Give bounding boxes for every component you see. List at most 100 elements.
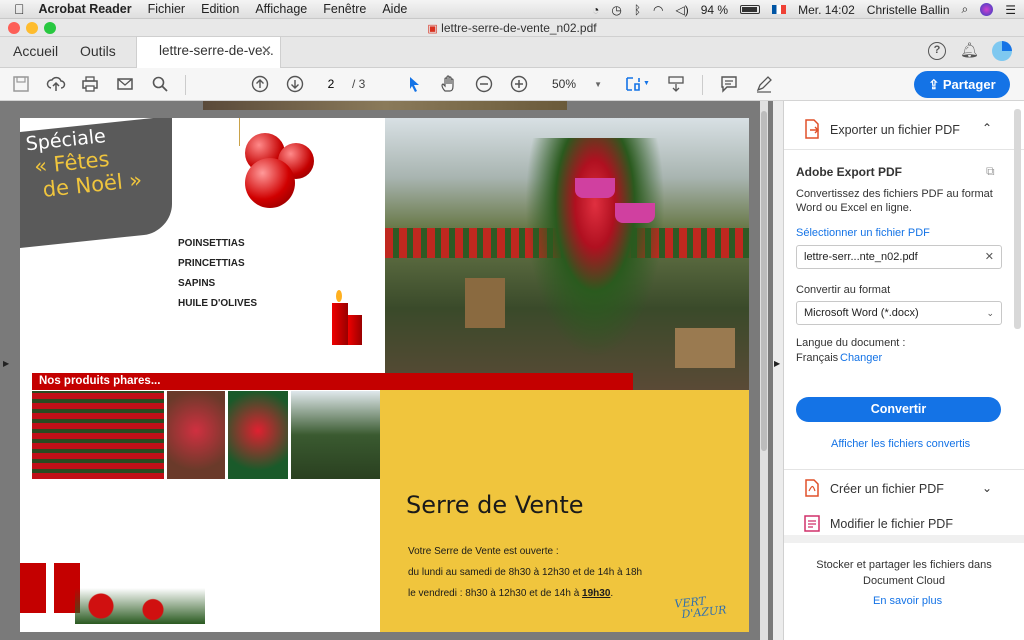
hours-line-end: . — [610, 588, 614, 599]
export-section-title[interactable]: Exporter un fichier PDF — [830, 123, 960, 137]
notification-center-icon[interactable]: ☰ — [1005, 3, 1016, 17]
zoom-value: 50% — [552, 77, 577, 91]
menu-clock[interactable]: Mer. 14:02 — [798, 3, 855, 17]
save-icon[interactable] — [9, 73, 33, 95]
right-panel-toggle-icon[interactable]: ▶ — [774, 359, 780, 368]
format-select[interactable]: Microsoft Word (*.docx) ⌄ — [796, 301, 1002, 325]
page-number-input[interactable] — [316, 74, 346, 94]
christmas-decoration — [75, 588, 205, 624]
panel-divider[interactable]: ▶ — [773, 101, 783, 640]
select-cursor-icon[interactable] — [402, 73, 426, 95]
account-avatar[interactable] — [992, 41, 1012, 61]
zoom-select[interactable]: 50% ▼ — [540, 74, 606, 95]
zoom-out-icon[interactable] — [472, 73, 496, 95]
menu-aide[interactable]: Aide — [374, 2, 415, 16]
bell-icon[interactable]: 🔔︎ — [960, 41, 979, 59]
share-button[interactable]: ⇪ Partager — [914, 71, 1010, 98]
product-item: SAPINS — [178, 278, 216, 289]
window-title: lettre-serre-de-vente_n02.pdf — [441, 21, 597, 35]
scroll-mode-icon[interactable] — [664, 73, 688, 95]
clock-icon[interactable]: ◷ — [611, 3, 621, 17]
menu-fenetre[interactable]: Fenêtre — [315, 2, 374, 16]
bluetooth-icon[interactable]: ᛒ — [634, 3, 641, 17]
previous-page-icon[interactable] — [248, 73, 272, 95]
spotlight-icon[interactable]: ⌕ — [962, 2, 969, 17]
comment-icon[interactable] — [717, 73, 741, 95]
candle — [348, 315, 362, 345]
info-icon[interactable]: ⧉ — [986, 164, 995, 179]
email-icon[interactable] — [113, 73, 137, 95]
language-label: Langue du document : — [796, 337, 906, 349]
change-language-link[interactable]: Changer — [840, 352, 882, 364]
cloud-info-text: Stocker et partager les fichiers dans Do… — [816, 559, 992, 587]
select-file-link[interactable]: Sélectionner un fichier PDF — [796, 227, 930, 239]
tab-document[interactable]: lettre-serre-de-ve... ✕ — [136, 36, 281, 69]
fit-page-chevron-icon[interactable]: ▼ — [643, 80, 650, 87]
tab-tools[interactable]: Outils — [80, 37, 116, 68]
hours-line-text: le vendredi : 8h30 à 12h30 et de 14h à — [408, 588, 583, 599]
left-panel-toggle-icon[interactable]: ▶ — [3, 359, 9, 368]
poinsettia-photo — [167, 391, 225, 479]
sign-pen-icon[interactable] — [752, 73, 776, 95]
clear-file-icon[interactable]: ✕ — [985, 246, 994, 268]
language-value: Français — [796, 352, 839, 364]
create-pdf-icon — [805, 479, 819, 497]
product-item: PRINCETTIAS — [178, 258, 245, 269]
menu-app-name[interactable]: Acrobat Reader — [31, 2, 140, 16]
fit-page-icon[interactable] — [621, 73, 645, 95]
divider — [784, 149, 1024, 150]
wifi-icon[interactable]: ◠ — [653, 3, 663, 17]
chevron-down-icon[interactable]: ⌄ — [982, 481, 992, 495]
hours-line: du lundi au samedi de 8h30 à 12h30 et de… — [408, 567, 643, 578]
upload-cloud-icon[interactable] — [44, 73, 68, 95]
export-pdf-icon — [804, 119, 820, 139]
flag-icon[interactable] — [772, 5, 787, 14]
adobe-export-heading: Adobe Export PDF — [796, 165, 903, 179]
divider — [784, 535, 1024, 543]
candle — [332, 303, 348, 345]
volume-icon[interactable]: ◁) — [676, 3, 689, 17]
menu-bar:  Acrobat Reader Fichier Edition Afficha… — [0, 0, 1024, 19]
pdf-heading: Serre de Vente — [406, 491, 584, 519]
convert-button[interactable]: Convertir — [796, 397, 1001, 422]
next-page-icon[interactable] — [283, 73, 307, 95]
siri-icon[interactable] — [980, 3, 994, 16]
view-converted-link[interactable]: Afficher les fichiers convertis — [831, 438, 970, 450]
gift-box — [20, 563, 80, 613]
product-item: HUILE D'OLIVES — [178, 298, 258, 309]
product-item: POINSETTIAS — [178, 238, 245, 249]
search-icon[interactable] — [148, 73, 172, 95]
menu-edition[interactable]: Edition — [193, 2, 247, 16]
christmas-bauble — [245, 158, 295, 208]
apple-icon[interactable]:  — [0, 1, 31, 17]
menu-user[interactable]: Christelle Ballin — [867, 3, 950, 17]
sync-icon[interactable]: ◔ — [592, 3, 599, 17]
document-viewport[interactable]: ▶ Spéciale « Fêtes de Noël » POINSETTIAS… — [0, 101, 773, 640]
hours-line: Votre Serre de Vente est ouverte : — [408, 546, 559, 557]
menu-affichage[interactable]: Affichage — [247, 2, 315, 16]
menu-fichier[interactable]: Fichier — [140, 2, 194, 16]
close-window-button[interactable] — [8, 22, 20, 34]
battery-text[interactable]: 94 % — [701, 3, 728, 17]
opening-hours: Votre Serre de Vente est ouverte : du lu… — [408, 541, 642, 604]
create-pdf-tool[interactable]: Créer un fichier PDF — [830, 482, 944, 496]
panel-scrollbar[interactable] — [1014, 109, 1021, 329]
learn-more-link[interactable]: En savoir plus — [873, 595, 942, 607]
help-icon[interactable]: ? — [928, 42, 946, 60]
battery-icon[interactable] — [740, 5, 761, 14]
selected-file-name: lettre-serr...nte_n02.pdf — [804, 251, 918, 263]
chevron-up-icon[interactable]: ⌃ — [982, 121, 992, 135]
selected-file-field[interactable]: lettre-serr...nte_n02.pdf ✕ — [796, 245, 1002, 269]
close-tab-icon[interactable]: ✕ — [261, 37, 272, 65]
zoom-window-button[interactable] — [44, 22, 56, 34]
poinsettia-closeup-photo — [228, 391, 288, 479]
print-icon[interactable] — [78, 73, 102, 95]
edit-pdf-tool[interactable]: Modifier le fichier PDF — [830, 517, 953, 531]
ornament-string — [239, 118, 240, 146]
minimize-window-button[interactable] — [26, 22, 38, 34]
hours-line: le vendredi : 8h30 à 12h30 et de 14h à 1… — [408, 583, 642, 604]
tab-home[interactable]: Accueil — [13, 37, 58, 68]
hand-tool-icon[interactable] — [437, 73, 461, 95]
vertical-scrollbar[interactable] — [760, 101, 768, 640]
zoom-in-icon[interactable] — [507, 73, 531, 95]
